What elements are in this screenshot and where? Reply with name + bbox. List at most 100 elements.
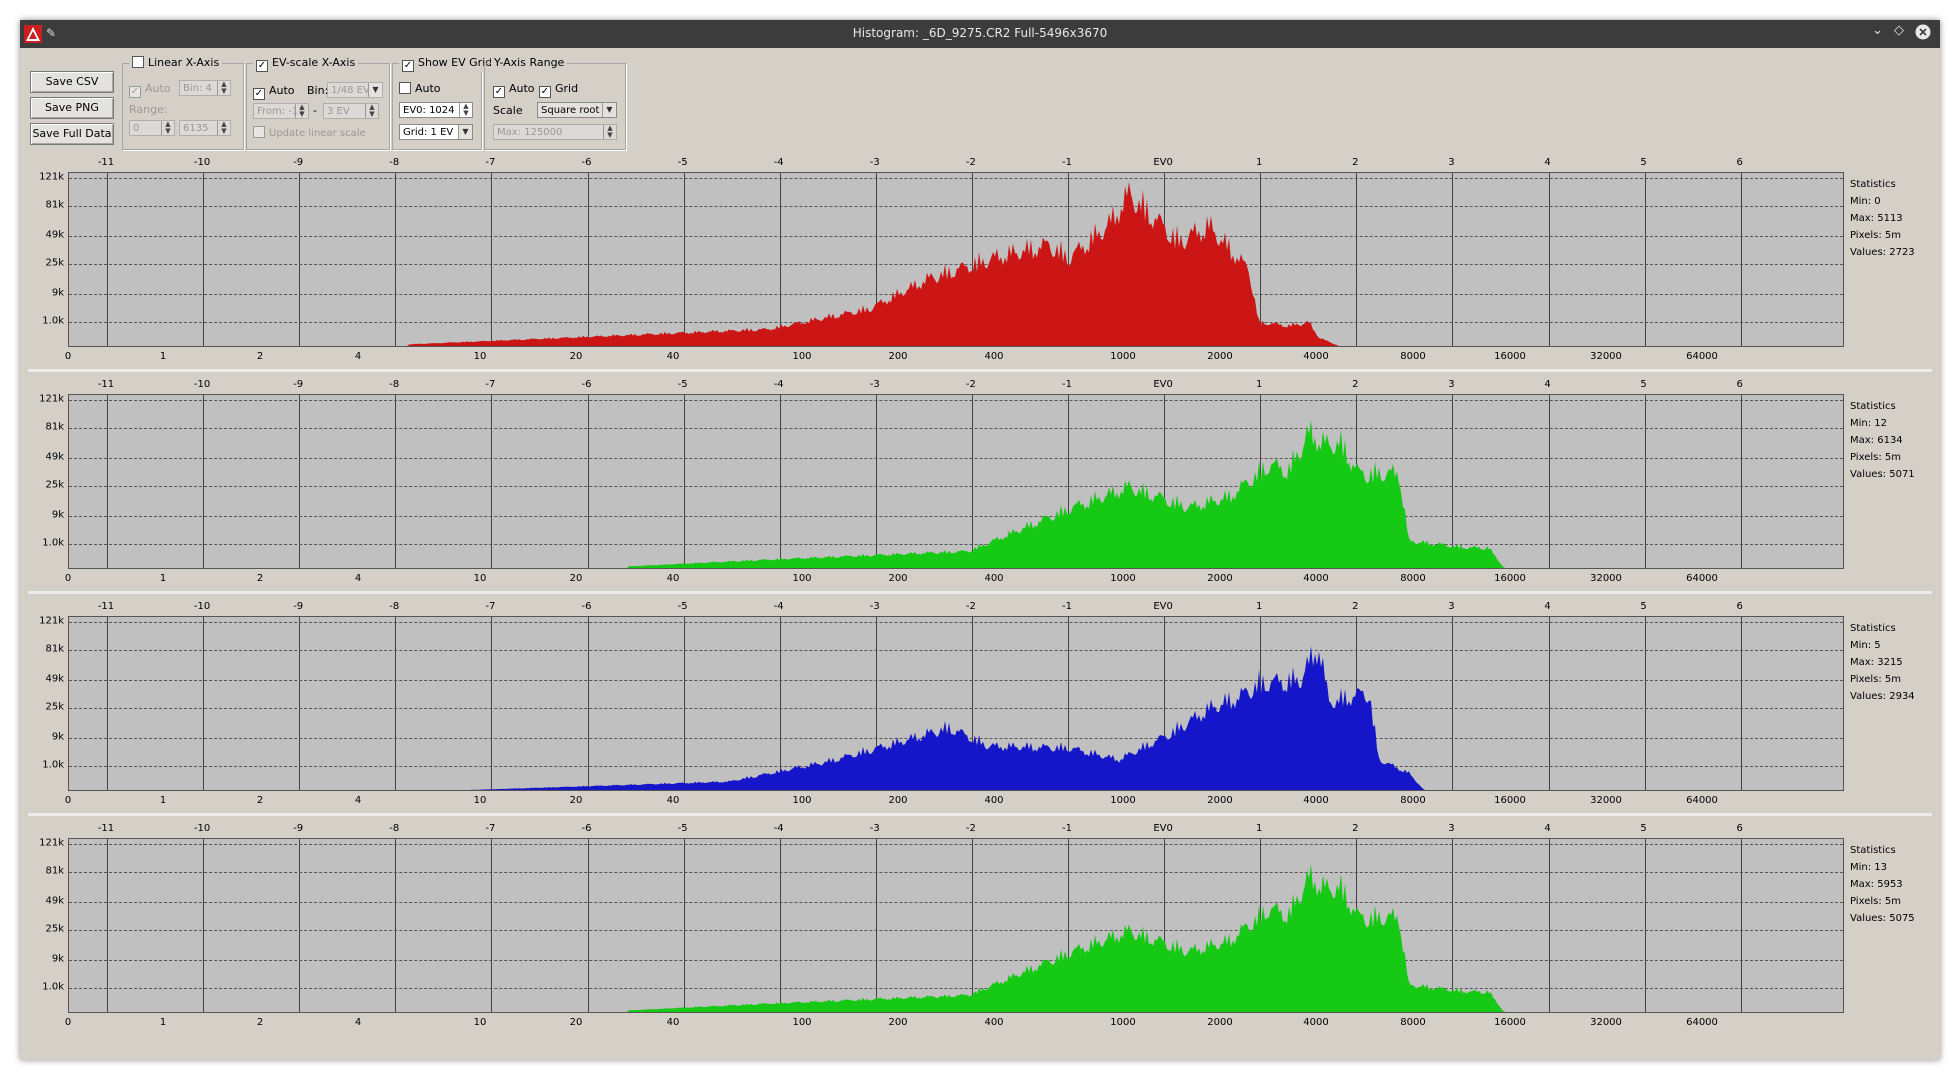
- histogram-panel-green: -11 -10 -9 -8 -7 -6 -5 -4 -3 -2 -1 EV0 1 2 3 4 5 6 121k 81k…: [28, 378, 1932, 590]
- linear-tick-label: 2000: [1207, 351, 1233, 362]
- histogram-fill-green: [69, 419, 1843, 568]
- save-png-button[interactable]: Save PNG: [30, 97, 114, 119]
- linear-tick-label: 1: [159, 351, 167, 362]
- ev-scale-checkbox[interactable]: ✓: [256, 60, 268, 72]
- ev-tick-label: EV0: [1153, 157, 1173, 168]
- update-linear-scale-checkbox[interactable]: Update linear scale: [253, 126, 366, 139]
- ev-tick-label: 6: [1736, 823, 1743, 834]
- ev-tick-label: 3: [1448, 379, 1455, 390]
- ev-tick-label: -1: [1062, 601, 1072, 612]
- y-tick-label: 1.0k: [42, 981, 64, 993]
- maximize-diamond-icon[interactable]: ◇: [1894, 23, 1904, 38]
- linear-tick-label: 8000: [1400, 795, 1426, 806]
- linear-tick-label: 4: [354, 573, 362, 584]
- linear-tick-label: 0: [64, 795, 72, 806]
- show-ev-grid-group: ✓ Show EV Grid Auto EV0: 1024 ▲ ▼ Grid: 1 E…: [392, 56, 496, 150]
- show-ev-grid-toggle[interactable]: ✓ Show EV Grid: [399, 56, 496, 72]
- ev-tick-label: -3: [869, 157, 880, 168]
- y-tick-label: 25k: [45, 923, 64, 935]
- y-axis-range-title: Y-Axis Range: [491, 56, 568, 69]
- ev-tick-label: 2: [1352, 157, 1359, 168]
- ev-tick-label: 4: [1544, 601, 1551, 612]
- ev-tick-label: -7: [485, 157, 496, 168]
- y-tick-label: 81k: [45, 643, 64, 655]
- y-auto-checkbox[interactable]: ✓ Auto: [493, 82, 535, 98]
- ev-tick-label: -8: [389, 601, 400, 612]
- histogram-plot-area: [68, 616, 1844, 791]
- linear-tick-label: 8000: [1400, 573, 1426, 584]
- ev-tick-label: -6: [581, 601, 592, 612]
- linear-bin-field[interactable]: Bin: 4 ▲ ▼: [179, 80, 231, 96]
- save-csv-button[interactable]: Save CSV: [30, 71, 114, 93]
- linear-x-axis-label: Linear X-Axis: [148, 56, 220, 69]
- linear-tick-label: 1000: [1110, 351, 1136, 362]
- show-ev-grid-checkbox[interactable]: ✓: [402, 60, 414, 72]
- linear-tick-label: 8000: [1400, 351, 1426, 362]
- histogram-window: ✎ Histogram: _6D_9275.CR2 Full-5496x3670…: [20, 20, 1940, 1060]
- linear-tick-label: 2000: [1207, 795, 1233, 806]
- y-grid-checkbox[interactable]: ✓ Grid: [539, 82, 578, 98]
- linear-tick-label: 20: [569, 351, 583, 362]
- ev-tick-label: -8: [389, 157, 400, 168]
- linear-tick-label: 32000: [1590, 351, 1622, 362]
- y-tick-label: 25k: [45, 257, 64, 269]
- linear-tick-label: 4: [354, 1017, 362, 1028]
- range-from-field[interactable]: 0 ▲ ▼: [129, 120, 175, 136]
- linear-tick-label: 200: [888, 351, 908, 362]
- ev-from-field[interactable]: From: -11 ▲ ▼: [253, 103, 309, 119]
- scale-label: Scale: [493, 104, 523, 117]
- ev-tick-label: -1: [1062, 379, 1072, 390]
- scale-select[interactable]: Square root ▼: [537, 102, 617, 118]
- minimize-chevron-icon[interactable]: ⌄: [1872, 23, 1883, 38]
- ev-tick-label: -1: [1062, 157, 1072, 168]
- ev-tick-label: -10: [193, 379, 211, 390]
- save-full-data-button[interactable]: Save Full Data: [30, 123, 114, 145]
- y-tick-label: 81k: [45, 199, 64, 211]
- ev-to-field[interactable]: 3 EV ▲ ▼: [323, 103, 379, 119]
- ev-scale-label: EV-scale X-Axis: [272, 56, 356, 69]
- linear-auto-checkbox[interactable]: ✓ Auto: [129, 82, 171, 98]
- ev-tick-label: 6: [1736, 379, 1743, 390]
- range-to-field[interactable]: 6135 ▲ ▼: [179, 120, 231, 136]
- ev0-field[interactable]: EV0: 1024 ▲ ▼: [399, 102, 473, 118]
- ev-tick-label: -9: [293, 157, 304, 168]
- stat-min: Min: 0: [1850, 196, 1881, 207]
- ev-tick-label: -6: [581, 157, 592, 168]
- ev-tick-label: -4: [773, 157, 784, 168]
- close-icon[interactable]: [1915, 24, 1931, 44]
- ev-tick-label: -6: [581, 379, 592, 390]
- ev-auto-checkbox[interactable]: ✓ Auto: [253, 84, 295, 100]
- ev-tick-label: -5: [677, 157, 688, 168]
- grid-select[interactable]: Grid: 1 EV ▼: [399, 124, 473, 140]
- y-tick-label: 121k: [39, 837, 64, 849]
- ev-tick-label: -4: [773, 379, 784, 390]
- linear-tick-label: 2: [256, 573, 264, 584]
- histogram-fill-green2: [69, 863, 1843, 1012]
- linear-tick-label: 1: [159, 795, 167, 806]
- ev-tick-label: 6: [1736, 157, 1743, 168]
- ev-tick-label: -9: [293, 379, 304, 390]
- ev-tick-label: -9: [293, 823, 304, 834]
- chevron-down-icon: ▼: [368, 83, 382, 97]
- y-tick-label: 81k: [45, 421, 64, 433]
- linear-x-axis-checkbox[interactable]: [132, 56, 144, 68]
- linear-tick-label: 10: [473, 351, 487, 362]
- ev-bin-select[interactable]: 1/48 EV ▼: [327, 82, 383, 98]
- ev-tick-label: -10: [193, 823, 211, 834]
- linear-x-axis-toggle[interactable]: Linear X-Axis: [129, 56, 223, 69]
- y-max-field[interactable]: Max: 125000 ▲ ▼: [493, 124, 617, 140]
- ev-tick-label: EV0: [1153, 379, 1173, 390]
- linear-tick-label: 400: [984, 573, 1004, 584]
- ev-bin-label: Bin:: [307, 84, 329, 97]
- ev-tick-label: -8: [389, 823, 400, 834]
- linear-tick-label: 16000: [1494, 795, 1526, 806]
- y-auto-label: Auto: [509, 82, 535, 95]
- linear-tick-label: 8000: [1400, 1017, 1426, 1028]
- histogram-plot-area: [68, 838, 1844, 1013]
- ev-grid-auto-checkbox[interactable]: Auto: [399, 82, 441, 95]
- linear-tick-label: 16000: [1494, 573, 1526, 584]
- panel-separator: [28, 813, 1932, 816]
- ev-scale-toggle[interactable]: ✓ EV-scale X-Axis: [253, 56, 359, 72]
- linear-tick-label: 4: [354, 795, 362, 806]
- linear-tick-label: 2: [256, 1017, 264, 1028]
